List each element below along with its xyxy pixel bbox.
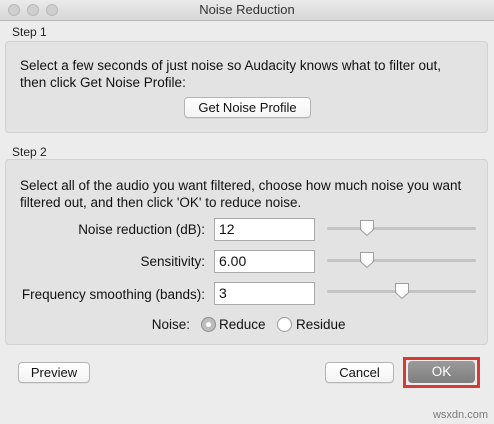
step2-description-line1: Select all of the audio you want filtere…	[20, 178, 462, 193]
reduce-radio-label[interactable]: Reduce	[219, 317, 266, 332]
sensitivity-field[interactable]: 6.00	[214, 250, 315, 273]
frequency-smoothing-field[interactable]: 3	[214, 282, 315, 305]
watermark: wsxdn.com	[432, 409, 488, 421]
noise-reduction-slider-thumb[interactable]	[359, 219, 375, 237]
title-bar: Noise Reduction	[0, 0, 494, 21]
get-noise-profile-button[interactable]: Get Noise Profile	[184, 97, 311, 118]
frequency-smoothing-slider-thumb[interactable]	[394, 282, 410, 300]
step2-description-line2: filtered out, and then click 'OK' to red…	[20, 195, 302, 210]
residue-radio[interactable]	[277, 317, 292, 332]
noise-reduction-label: Noise reduction (dB):	[78, 222, 205, 237]
ok-button[interactable]: OK	[408, 361, 475, 383]
noise-reduction-field[interactable]: 12	[214, 218, 315, 241]
frequency-smoothing-label: Frequency smoothing (bands):	[21, 287, 205, 302]
sensitivity-slider-thumb[interactable]	[359, 251, 375, 269]
step2-label: Step 2	[12, 145, 47, 159]
step1-description-line1: Select a few seconds of just noise so Au…	[20, 58, 441, 73]
noise-label: Noise:	[151, 317, 190, 332]
preview-button[interactable]: Preview	[18, 362, 90, 383]
noise-reduction-slider[interactable]	[327, 227, 476, 230]
residue-radio-label[interactable]: Residue	[296, 317, 346, 332]
sensitivity-label: Sensitivity:	[140, 254, 205, 269]
cancel-button[interactable]: Cancel	[325, 362, 394, 383]
sensitivity-slider[interactable]	[327, 259, 476, 262]
window-title: Noise Reduction	[199, 2, 295, 17]
step1-description-line2: then click Get Noise Profile:	[20, 75, 186, 90]
step1-label: Step 1	[12, 25, 47, 39]
reduce-radio[interactable]	[201, 317, 216, 332]
